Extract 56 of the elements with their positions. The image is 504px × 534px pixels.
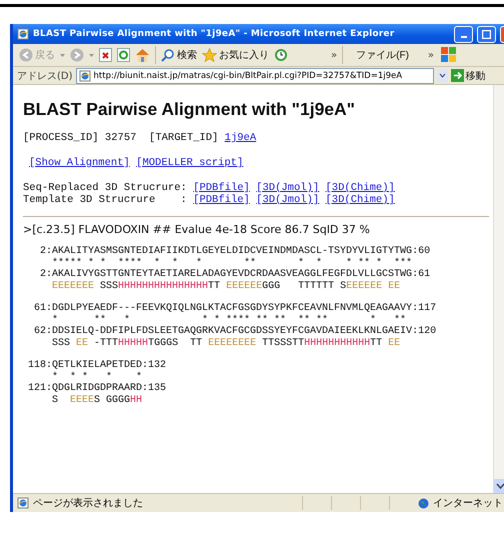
globe-icon [418,498,429,508]
query-sequence: 2:AKALITYASMSGNTEDIAFIIKDTLGEYELDIDCVEINDMDASCL-TSYDYVLIGTYTWG:60 [39,246,432,258]
zone-text: インターネット [433,497,503,510]
target-sequence: 121:QDGLRIDGDPRAARD:135 [28,383,168,394]
page-link[interactable]: [MODELLER script] [136,157,244,169]
go-button[interactable]: 移動 [450,68,486,82]
home-button[interactable] [135,48,150,62]
file-menu[interactable]: ファイル(F) [356,48,409,62]
target-link[interactable]: 1j9eA [224,132,256,144]
favorites-button[interactable]: お気に入り [202,48,269,62]
star-icon [202,48,217,62]
structure-link[interactable]: [3D(Jmol)] [256,194,320,206]
page-icon [78,70,91,82]
match-markers: ***** * * **** * * * ** * * * ** * *** [51,258,414,269]
structure-link[interactable]: [PDBfile] [193,182,250,194]
search-button[interactable]: 検索 [161,48,197,62]
query-sequence: 61:DGDLPYEAEDF---FEEVKQIQLNGLKTACFGSGDYSYPKFCEAVNLFNVMLQEAGAAVY:117 [33,303,438,314]
structure-label: Template 3D Strucrure : [23,194,187,206]
dropdown-icon[interactable] [436,69,448,82]
chevron-button[interactable]: » [428,50,434,60]
secondary-structure: S EEEES GGGGHH [51,394,144,406]
page-icon [17,497,29,509]
scroll-down-icon[interactable] [494,479,504,493]
stop-button[interactable] [99,48,112,62]
structure-label: Seq-Replaced 3D Strucrure: [23,182,187,194]
flag-icon [439,46,458,64]
minimize-button[interactable] [454,26,473,42]
address-field[interactable]: http://biunit.naist.jp/matras/cgi-bin/BltPair.pl.cgi?PID=32757&TID=1j9eA [76,68,434,84]
structure-link[interactable]: [PDBfile] [193,194,250,206]
back-icon [19,48,33,62]
address-label: アドレス(D) [17,70,73,82]
status-text: ページが表示されました [33,496,144,510]
structure-link[interactable]: [3D(Jmol)] [256,182,320,194]
structure-link[interactable]: [3D(Chime)] [326,182,395,194]
match-markers: * ** * * * **** ** ** ** ** * ** [51,314,408,326]
window-title: BLAST Pairwise Alignment with "1j9eA" - Microsoft Internet Explorer [33,29,396,39]
maximize-button[interactable] [477,26,496,42]
maximize-icon [482,30,491,38]
process-info: [PROCESS_ID] 32757 [TARGET_ID] [23,132,220,144]
match-markers: * * * * * [51,372,144,383]
hit-summary: >[c.23.5] FLAVODOXIN ## Evalue 4e-18 Score 86.7 SqID 37 % [23,223,371,236]
page-icon [17,28,29,40]
search-icon [161,48,175,62]
refresh-button[interactable] [117,48,130,62]
secondary-structure: EEEEEEE SSSHHHHHHHHHHHHHHHTT EEEEEEGGG TTTTTT SEEEEEE EE [51,280,402,292]
scrollbar[interactable] [493,85,504,493]
history-button[interactable] [274,48,288,62]
page-link[interactable]: [Show Alignment] [29,157,130,169]
structure-link[interactable]: [3D(Chime)] [326,194,395,206]
chevron-button[interactable]: » [331,50,338,60]
target-sequence: 2:AKALIVYGSTTGNTEYTAETIARELADAGYEVDCRDAASVEAGGLFEGFDLVLLGCSTWG:61 [39,269,432,280]
secondary-structure: SSS EE -TTTHHHHHTGGGS TT EEEEEEEE TTSSSTTHHHHHHHHHHHTT EE [51,338,402,349]
page-heading: BLAST Pairwise Alignment with "1j9eA" [23,99,356,120]
target-sequence: 62:DDSIELQ-DDFIPLFDSLEETGAQGRKVACFGCGDSSYEYFCGAVDAIEEKLKNLGAEIV:120 [33,326,438,338]
arrow-icon [450,69,464,82]
query-sequence: 118:QETLKIELAPETDED:132 [28,360,168,372]
